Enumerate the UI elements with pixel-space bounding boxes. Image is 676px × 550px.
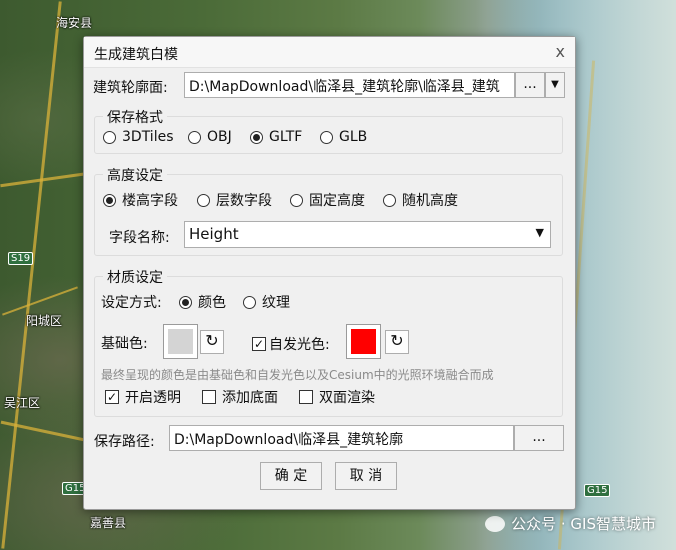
watermark-text: 公众号 · GIS智慧城市: [511, 515, 656, 533]
radio-label: 颜色: [198, 295, 226, 311]
output-path-label: 保存路径:: [94, 434, 155, 450]
radio-button[interactable]: [103, 130, 116, 144]
route-shield: S19: [8, 252, 34, 265]
option-add-bottom-checkbox[interactable]: 添加底面: [202, 387, 278, 407]
map-place-label: 阳城区: [26, 314, 63, 328]
chevron-down-icon: ▼: [551, 79, 559, 90]
map-place-label: 海安县: [56, 16, 93, 30]
source-dropdown-button[interactable]: ▼: [545, 72, 565, 98]
close-icon[interactable]: x: [556, 42, 565, 61]
format-group-title: 保存格式: [103, 107, 167, 127]
radio-button[interactable]: [290, 193, 303, 207]
wechat-icon: [485, 515, 506, 532]
color-hint-text: 最终呈现的颜色是由基础色和自发光色以及Cesium中的光照环境融合而成: [101, 368, 494, 382]
radio-label: OBJ: [207, 129, 232, 145]
field-name-value: Height: [189, 225, 239, 243]
format-radio-glb[interactable]: GLB: [320, 129, 367, 145]
source-browse-button[interactable]: ...: [515, 72, 545, 98]
height-radio-random[interactable]: 随机高度: [383, 190, 458, 210]
base-color-label: 基础色:: [101, 336, 148, 352]
radio-label: GLB: [339, 129, 368, 145]
height-group-title: 高度设定: [103, 165, 167, 185]
mode-label: 设定方式:: [101, 295, 162, 311]
emissive-color-swatch[interactable]: [346, 324, 381, 359]
emissive-color-reset-icon[interactable]: ↻: [385, 330, 409, 354]
radio-label: 层数字段: [216, 193, 272, 209]
checkbox-checked[interactable]: [252, 337, 266, 351]
map-place-label: 嘉善县: [90, 516, 127, 530]
route-shield: G15: [584, 484, 611, 497]
map-place-label: 吴江区: [4, 396, 41, 410]
highway: [1, 1, 62, 549]
height-group: 高度设定 楼高字段 层数字段 固定高度 随机高度 字段名称: Height ▼: [94, 165, 563, 256]
height-radio-floor-count-field[interactable]: 层数字段: [197, 190, 272, 210]
checkbox-label: 双面渲染: [319, 390, 375, 406]
source-path-input[interactable]: D:\MapDownload\临泽县_建筑轮廓\临泽县_建筑: [184, 72, 515, 98]
checkbox-label: 开启透明: [125, 390, 181, 406]
radio-label: 随机高度: [402, 193, 458, 209]
radio-label: 固定高度: [309, 193, 365, 209]
radio-button[interactable]: [243, 295, 256, 309]
material-group-title: 材质设定: [103, 267, 167, 287]
option-double-sided-checkbox[interactable]: 双面渲染: [299, 387, 375, 407]
format-radio-gltf[interactable]: GLTF: [250, 129, 302, 145]
option-transparent-checkbox[interactable]: 开启透明: [105, 387, 181, 407]
radio-button[interactable]: [197, 193, 210, 207]
radio-button[interactable]: [383, 193, 396, 207]
generate-building-model-dialog: 生成建筑白模 x 建筑轮廓面: D:\MapDownload\临泽县_建筑轮廓\…: [83, 36, 576, 510]
checkbox[interactable]: [299, 390, 313, 404]
radio-button-selected[interactable]: [250, 130, 263, 144]
ok-button[interactable]: 确 定: [260, 462, 322, 490]
source-label: 建筑轮廓面:: [93, 80, 168, 96]
radio-label: GLTF: [269, 129, 303, 145]
output-browse-button[interactable]: ...: [514, 425, 564, 451]
mode-radio-color[interactable]: 颜色: [179, 292, 226, 312]
emissive-checkbox[interactable]: 自发光色:: [252, 334, 330, 354]
height-radio-floor-height-field[interactable]: 楼高字段: [103, 190, 178, 210]
radio-button-selected[interactable]: [103, 193, 116, 207]
base-color-fill: [168, 329, 193, 354]
dialog-title: 生成建筑白模: [94, 47, 178, 63]
radio-label: 楼高字段: [122, 193, 178, 209]
field-name-select[interactable]: Height ▼: [184, 221, 551, 248]
base-color-reset-icon[interactable]: ↻: [200, 330, 224, 354]
height-radio-fixed[interactable]: 固定高度: [290, 190, 365, 210]
dialog-titlebar[interactable]: 生成建筑白模 x: [84, 37, 575, 68]
checkbox-label: 添加底面: [222, 390, 278, 406]
chevron-down-icon: ▼: [535, 226, 544, 239]
emissive-color-fill: [351, 329, 376, 354]
radio-button-selected[interactable]: [179, 295, 192, 309]
field-name-label: 字段名称:: [109, 230, 170, 246]
material-group: 材质设定 设定方式: 颜色 纹理 基础色: ↻ 自发光色: ↻ 最终呈现的颜色是…: [94, 267, 563, 417]
highway: [0, 171, 90, 188]
format-group: 保存格式 3DTiles OBJ GLTF GLB: [94, 107, 563, 154]
watermark: 公众号 · GIS智慧城市: [485, 513, 656, 534]
format-radio-obj[interactable]: OBJ: [188, 129, 232, 145]
radio-label: 纹理: [262, 295, 290, 311]
radio-button[interactable]: [188, 130, 201, 144]
checkbox[interactable]: [202, 390, 216, 404]
checkbox-label: 自发光色:: [269, 337, 330, 353]
format-radio-3dtiles[interactable]: 3DTiles: [103, 129, 174, 145]
base-color-swatch[interactable]: [163, 324, 198, 359]
output-path-input[interactable]: D:\MapDownload\临泽县_建筑轮廓: [169, 425, 514, 451]
radio-label: 3DTiles: [122, 129, 174, 145]
radio-button[interactable]: [320, 130, 333, 144]
checkbox-checked[interactable]: [105, 390, 119, 404]
mode-radio-texture[interactable]: 纹理: [243, 292, 290, 312]
cancel-button[interactable]: 取 消: [335, 462, 397, 490]
